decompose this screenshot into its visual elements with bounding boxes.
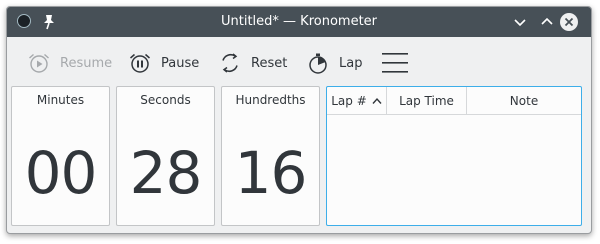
title-bar[interactable]: Untitled* — Kronometer	[7, 7, 591, 37]
seconds-value: 28	[129, 139, 203, 207]
reset-button[interactable]: Reset	[218, 51, 287, 75]
seconds-display: Seconds 28	[116, 86, 215, 226]
play-circle-icon	[29, 53, 49, 73]
minutes-value: 00	[24, 139, 98, 207]
maximize-button[interactable]	[538, 13, 556, 31]
stopwatch-icon	[309, 53, 327, 74]
pause-label: Pause	[161, 55, 200, 71]
lap-label: Lap	[339, 55, 363, 71]
minimize-button[interactable]	[511, 13, 529, 31]
window-title: Untitled* — Kronometer	[220, 14, 378, 29]
column-lap-number-label: Lap #	[331, 93, 367, 108]
circular-arrows-icon	[222, 53, 238, 73]
column-header-lap-time[interactable]: Lap Time	[387, 87, 467, 114]
close-icon	[564, 17, 574, 27]
column-header-note[interactable]: Note	[467, 87, 581, 114]
main-toolbar: Resume Pause Reset Lap	[7, 37, 591, 85]
pause-button[interactable]: Pause	[128, 51, 199, 75]
minutes-display: Minutes 00	[11, 86, 110, 226]
resume-button[interactable]: Resume	[27, 51, 112, 75]
sort-ascending-icon	[372, 97, 382, 104]
reset-label: Reset	[251, 55, 288, 71]
close-button[interactable]	[560, 13, 578, 31]
column-header-lap-number[interactable]: Lap #	[327, 87, 387, 114]
lap-button[interactable]: Lap	[306, 51, 362, 75]
hamburger-menu-button[interactable]	[381, 51, 409, 75]
resume-label: Resume	[60, 55, 113, 71]
kronometer-window: Untitled* — Kronometer Resume Pause Rese…	[6, 6, 592, 234]
laps-table-header: Lap # Lap Time Note	[327, 87, 581, 115]
column-lap-time-label: Lap Time	[399, 93, 454, 108]
hamburger-menu-icon	[382, 53, 408, 73]
column-note-label: Note	[509, 93, 539, 108]
hundredths-value: 16	[234, 139, 308, 207]
seconds-label: Seconds	[140, 93, 191, 107]
minutes-label: Minutes	[36, 93, 85, 107]
hundredths-label: Hundredths	[235, 93, 306, 107]
hundredths-display: Hundredths 16	[221, 86, 320, 226]
laps-table[interactable]: Lap # Lap Time Note	[326, 86, 582, 226]
pause-circle-icon	[130, 53, 150, 73]
